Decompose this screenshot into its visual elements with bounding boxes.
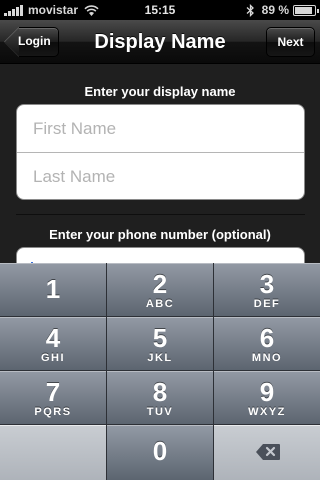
key-number: 7	[45, 377, 61, 407]
status-right: 89 %	[246, 3, 319, 17]
status-bar: movistar 15:15 89 %	[0, 0, 320, 20]
key-number: 2	[152, 269, 168, 299]
key-0[interactable]: 0	[107, 425, 214, 480]
key-3[interactable]: 3 DEF	[214, 263, 320, 317]
key-6[interactable]: 6 MNO	[214, 317, 320, 371]
form-content: Enter your display name Enter your phone…	[0, 65, 320, 263]
key-number: 6	[259, 323, 275, 353]
battery-icon	[293, 4, 319, 16]
display-name-section-label: Enter your display name	[84, 84, 236, 99]
first-name-row	[17, 105, 304, 152]
battery-percent: 89 %	[261, 3, 289, 17]
last-name-row	[17, 152, 304, 199]
key-letters: WXYZ	[248, 406, 286, 418]
key-2[interactable]: 2 ABC	[107, 263, 214, 317]
display-name-group	[16, 104, 305, 200]
key-number: 9	[259, 377, 275, 407]
navigation-bar: Login Display Name Next	[0, 20, 320, 64]
key-1[interactable]: 1	[0, 263, 107, 317]
key-letters: PQRS	[34, 406, 72, 418]
battery-fill	[295, 6, 312, 14]
key-number: 1	[45, 274, 61, 304]
phone-keypad: 1 2 ABC 3 DEF 4 GHI 5 JKL 6 MNO 7 PQRS 8…	[0, 263, 320, 480]
key-letters: TUV	[146, 406, 174, 418]
key-5[interactable]: 5 JKL	[107, 317, 214, 371]
last-name-field[interactable]	[33, 165, 293, 189]
key-letters: JKL	[147, 352, 173, 364]
key-7[interactable]: 7 PQRS	[0, 371, 107, 425]
key-9[interactable]: 9 WXYZ	[214, 371, 320, 425]
section-divider	[16, 214, 305, 215]
key-letters: DEF	[253, 298, 281, 310]
key-number: 3	[259, 269, 275, 299]
phone-number-field[interactable]	[16, 247, 305, 263]
key-number: 5	[152, 323, 168, 353]
key-blank	[0, 425, 107, 480]
key-number: 8	[152, 377, 168, 407]
first-name-field[interactable]	[33, 117, 293, 141]
phone-section-label: Enter your phone number (optional)	[49, 227, 271, 242]
key-8[interactable]: 8 TUV	[107, 371, 214, 425]
key-number: 4	[45, 323, 61, 353]
key-letters: MNO	[251, 352, 283, 364]
delete-key[interactable]	[214, 425, 320, 480]
delete-backspace-icon	[256, 444, 280, 460]
bluetooth-icon	[246, 3, 254, 17]
key-number: 0	[152, 436, 168, 466]
next-button[interactable]: Next	[266, 27, 315, 57]
key-letters: GHI	[40, 352, 66, 364]
key-letters: ABC	[145, 298, 175, 310]
key-4[interactable]: 4 GHI	[0, 317, 107, 371]
